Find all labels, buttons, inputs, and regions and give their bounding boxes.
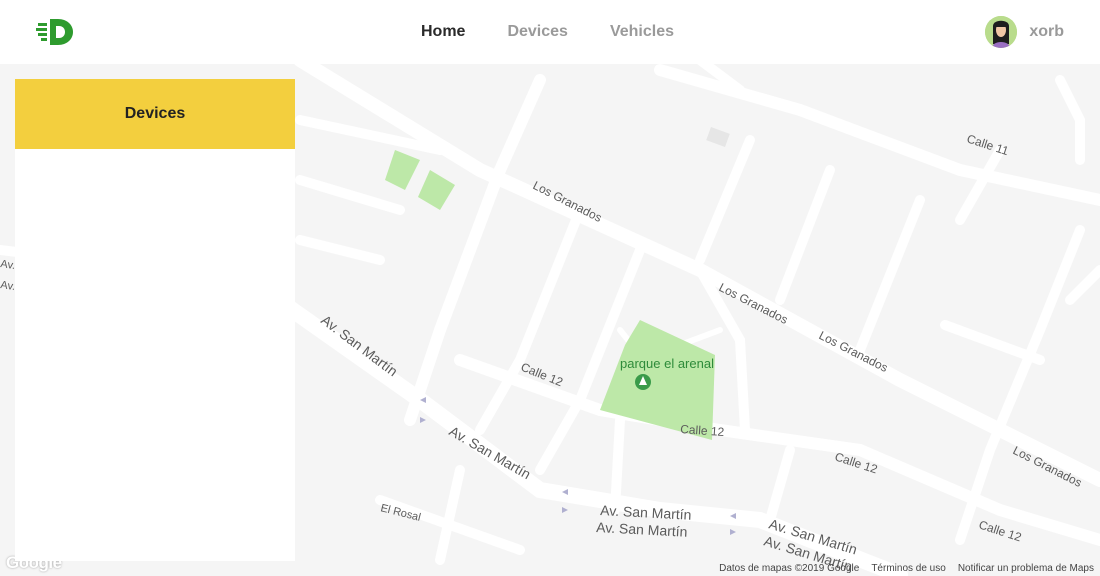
map-footer: Datos de mapas ©2019 Google Términos de … [707, 560, 1094, 576]
map-terms-link[interactable]: Términos de uso [871, 563, 945, 574]
street-label: Calle 11 [965, 132, 1011, 159]
nav-home[interactable]: Home [400, 23, 486, 41]
street-label: Av. [0, 258, 16, 272]
street-label: Av. San Martín [596, 519, 688, 540]
nav-devices[interactable]: Devices [486, 23, 589, 41]
nav-vehicles[interactable]: Vehicles [589, 23, 695, 41]
top-header: Home Devices Vehicles xorb [0, 0, 1100, 64]
street-label: Los Granados [817, 328, 891, 375]
map-report-link[interactable]: Notificar un problema de Maps [958, 563, 1094, 574]
park-label: parque el arenal [620, 356, 714, 371]
street-label: Calle 12 [977, 518, 1024, 545]
username[interactable]: xorb [1029, 23, 1064, 41]
brand-logo-icon[interactable] [36, 16, 76, 48]
user-menu[interactable]: xorb [985, 16, 1064, 48]
main-nav: Home Devices Vehicles [400, 0, 695, 64]
map-data-credit: Datos de mapas ©2019 Google [719, 562, 860, 574]
street-label: Av. [0, 279, 16, 293]
panel-title: Devices [124, 105, 186, 122]
devices-panel-header: Devices [15, 79, 295, 149]
user-avatar-icon[interactable] [985, 16, 1018, 48]
street-label: Calle 12 [680, 422, 725, 439]
devices-panel: Devices [15, 79, 295, 561]
